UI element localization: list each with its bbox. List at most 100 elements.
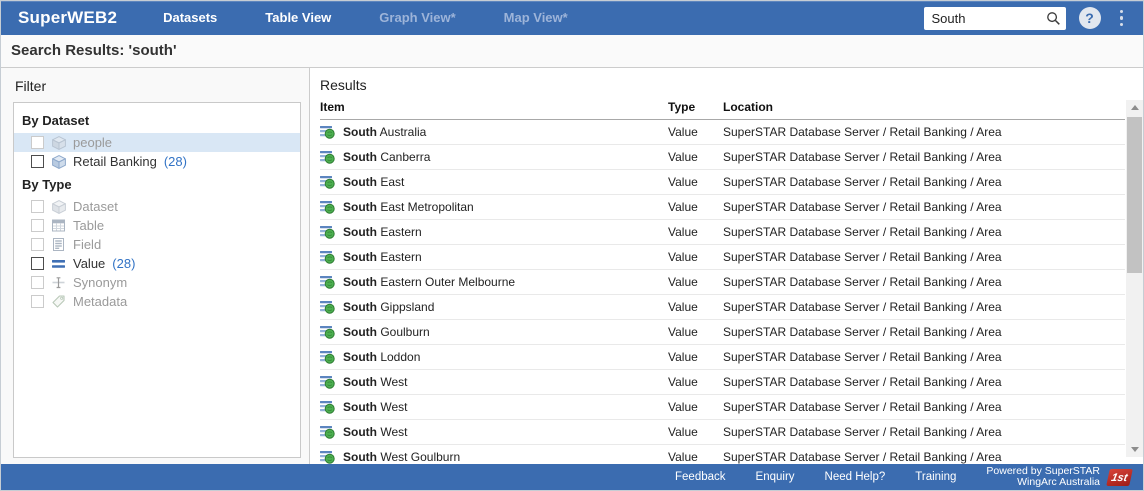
result-row[interactable]: South Canberra Value SuperSTAR Database …	[320, 145, 1125, 170]
dataset-icon	[51, 155, 66, 169]
filter-item-label: Metadata	[73, 294, 127, 309]
value-icon	[51, 258, 66, 270]
result-type: Value	[668, 325, 723, 339]
filter-item-metadata[interactable]: Metadata	[14, 292, 300, 311]
result-name-highlight: South	[343, 225, 377, 239]
filter-item-value[interactable]: Value (28)	[14, 254, 300, 273]
result-row[interactable]: South West Value SuperSTAR Database Serv…	[320, 420, 1125, 445]
result-row[interactable]: South Loddon Value SuperSTAR Database Se…	[320, 345, 1125, 370]
search-input[interactable]	[924, 7, 1066, 30]
result-item-name: South Loddon	[343, 350, 420, 364]
results-scrollbar[interactable]	[1126, 100, 1143, 457]
column-item: Item	[320, 100, 668, 114]
result-name-rest: East	[377, 175, 404, 189]
scroll-down-icon[interactable]	[1126, 442, 1143, 457]
filter-item-table[interactable]: Table	[14, 216, 300, 235]
filter-item-people[interactable]: people	[14, 133, 300, 152]
result-name-rest: West	[377, 400, 407, 414]
result-row[interactable]: South Australia Value SuperSTAR Database…	[320, 120, 1125, 145]
result-name-rest: Gippsland	[377, 300, 434, 314]
dataset-icon	[51, 200, 66, 214]
result-item-cell: South Goulburn	[320, 325, 668, 339]
result-location: SuperSTAR Database Server / Retail Banki…	[723, 225, 1125, 239]
result-row[interactable]: South West Goulburn Value SuperSTAR Data…	[320, 445, 1125, 464]
result-type: Value	[668, 175, 723, 189]
result-location: SuperSTAR Database Server / Retail Banki…	[723, 375, 1125, 389]
result-row[interactable]: South West Value SuperSTAR Database Serv…	[320, 370, 1125, 395]
filter-item-retail-banking[interactable]: Retail Banking (28)	[14, 152, 300, 171]
result-location: SuperSTAR Database Server / Retail Banki…	[723, 150, 1125, 164]
scrollbar-thumb[interactable]	[1127, 117, 1142, 273]
result-row[interactable]: South East Metropolitan Value SuperSTAR …	[320, 195, 1125, 220]
filter-box: By Dataset people Retail Banking (28) By…	[13, 102, 301, 458]
result-location: SuperSTAR Database Server / Retail Banki…	[723, 425, 1125, 439]
main-nav: DatasetsTable ViewGraph View*Map View*	[139, 1, 592, 35]
value-globe-icon	[320, 350, 335, 364]
result-name-highlight: South	[343, 375, 377, 389]
value-globe-icon	[320, 375, 335, 389]
result-item-cell: South Loddon	[320, 350, 668, 364]
result-row[interactable]: South West Value SuperSTAR Database Serv…	[320, 395, 1125, 420]
result-row[interactable]: South Eastern Outer Melbourne Value Supe…	[320, 270, 1125, 295]
result-name-rest: Goulburn	[377, 325, 430, 339]
result-name-rest: East Metropolitan	[377, 200, 474, 214]
footer: FeedbackEnquiryNeed Help?Training Powere…	[1, 464, 1143, 490]
checkbox[interactable]	[31, 257, 44, 270]
result-name-rest: Eastern	[377, 250, 422, 264]
app-brand[interactable]: SuperWEB2	[1, 8, 139, 28]
metadata-icon	[51, 295, 66, 308]
checkbox[interactable]	[31, 155, 44, 168]
footer-links: Feedback Enquiry Need Help? Training	[675, 471, 956, 483]
footer-link-training[interactable]: Training	[915, 471, 956, 483]
result-location: SuperSTAR Database Server / Retail Banki…	[723, 300, 1125, 314]
result-location: SuperSTAR Database Server / Retail Banki…	[723, 125, 1125, 139]
dataset-icon	[51, 136, 66, 150]
value-globe-icon	[320, 125, 335, 139]
synonym-icon	[51, 276, 66, 289]
overflow-menu-icon[interactable]	[1114, 6, 1130, 31]
result-name-rest: West Goulburn	[377, 450, 460, 464]
filter-item-dataset[interactable]: Dataset	[14, 197, 300, 216]
result-name-highlight: South	[343, 450, 377, 464]
result-item-cell: South East	[320, 175, 668, 189]
result-row[interactable]: South East Value SuperSTAR Database Serv…	[320, 170, 1125, 195]
search-icon[interactable]	[1046, 11, 1061, 26]
result-type: Value	[668, 425, 723, 439]
filter-item-count: (28)	[112, 256, 135, 271]
navbar-right: ?	[924, 6, 1144, 31]
result-row[interactable]: South Eastern Value SuperSTAR Database S…	[320, 220, 1125, 245]
filter-item-field[interactable]: Field	[14, 235, 300, 254]
result-item-name: South East Metropolitan	[343, 200, 474, 214]
result-type: Value	[668, 125, 723, 139]
result-name-highlight: South	[343, 200, 377, 214]
footer-link-enquiry[interactable]: Enquiry	[756, 471, 795, 483]
result-name-rest: Australia	[377, 125, 426, 139]
result-row[interactable]: South Eastern Value SuperSTAR Database S…	[320, 245, 1125, 270]
results-list: South Australia Value SuperSTAR Database…	[320, 120, 1143, 464]
result-row[interactable]: South Gippsland Value SuperSTAR Database…	[320, 295, 1125, 320]
footer-link-feedback[interactable]: Feedback	[675, 471, 726, 483]
nav-item-datasets[interactable]: Datasets	[139, 1, 241, 35]
result-item-cell: South East Metropolitan	[320, 200, 668, 214]
question-mark-icon: ?	[1085, 10, 1094, 26]
nav-item-table-view[interactable]: Table View	[241, 1, 355, 35]
checkbox	[31, 200, 44, 213]
result-type: Value	[668, 375, 723, 389]
result-type: Value	[668, 450, 723, 464]
result-type: Value	[668, 275, 723, 289]
results-panel: Results Item Type Location South Austral…	[310, 68, 1143, 464]
filter-item-synonym[interactable]: Synonym	[14, 273, 300, 292]
filter-panel: Filter By Dataset people Retail Banking …	[1, 68, 310, 464]
value-globe-icon	[320, 400, 335, 414]
filter-title: Filter	[15, 78, 309, 94]
help-button[interactable]: ?	[1079, 7, 1101, 29]
result-location: SuperSTAR Database Server / Retail Banki…	[723, 350, 1125, 364]
scroll-up-icon[interactable]	[1126, 100, 1143, 115]
filter-section-heading: By Dataset	[14, 107, 300, 133]
result-item-cell: South West	[320, 400, 668, 414]
column-location: Location	[723, 100, 1125, 114]
result-row[interactable]: South Goulburn Value SuperSTAR Database …	[320, 320, 1125, 345]
result-name-rest: West	[377, 425, 407, 439]
footer-link-need-help[interactable]: Need Help?	[825, 471, 886, 483]
wingarc-1st-logo[interactable]: 1st	[1106, 469, 1133, 486]
